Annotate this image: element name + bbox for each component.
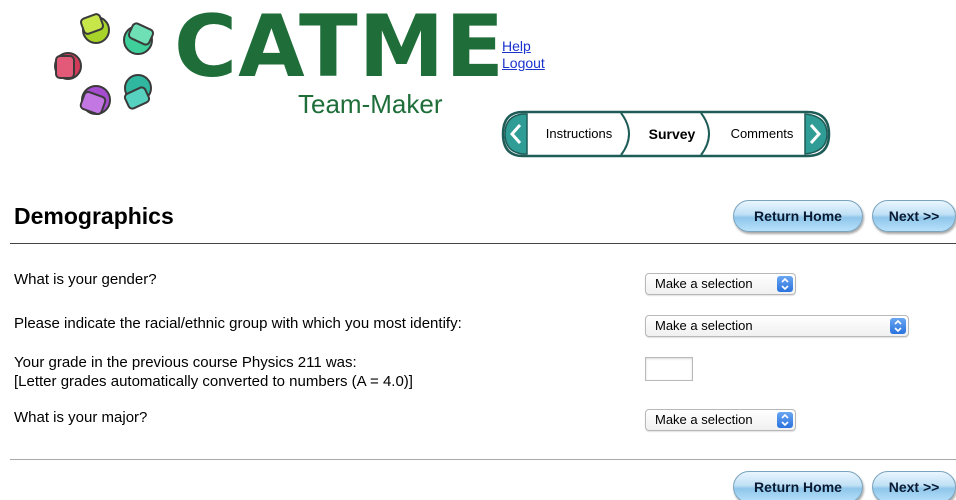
step-survey[interactable]: Survey [633, 110, 711, 158]
question-grade: Your grade in the previous course Physic… [14, 353, 413, 391]
ethnicity-select-value: Make a selection [655, 318, 753, 333]
catme-logo: CATME Team-Maker [52, 4, 504, 120]
step-instructions[interactable]: Instructions [529, 110, 629, 158]
step-prev-arrow-icon[interactable] [505, 116, 529, 152]
select-chevron-icon [777, 412, 793, 428]
next-button[interactable]: Next >> [872, 200, 956, 232]
question-grade-note: [Letter grades automatically converted t… [14, 373, 413, 390]
step-navigator: Instructions Survey Comments [501, 110, 831, 158]
logout-link[interactable]: Logout [502, 55, 545, 72]
major-select[interactable]: Make a selection [645, 409, 796, 431]
question-grade-text: Your grade in the previous course Physic… [14, 354, 357, 371]
help-link[interactable]: Help [502, 38, 545, 55]
select-chevron-icon [890, 318, 906, 334]
next-button-bottom[interactable]: Next >> [872, 471, 956, 500]
major-select-value: Make a selection [655, 412, 753, 427]
question-major: What is your major? [14, 409, 148, 426]
people-circle-logo-icon [54, 13, 155, 116]
brand-name: CATME [174, 0, 505, 97]
page-title: Demographics [14, 203, 174, 229]
return-home-button[interactable]: Return Home [733, 200, 863, 232]
gender-select-value: Make a selection [655, 276, 753, 291]
brand-subtitle: Team-Maker [298, 89, 443, 119]
question-ethnicity: Please indicate the racial/ethnic group … [14, 315, 462, 332]
question-gender: What is your gender? [14, 271, 157, 288]
return-home-button-bottom[interactable]: Return Home [733, 471, 863, 500]
select-chevron-icon [777, 276, 793, 292]
header-links: Help Logout [502, 38, 545, 72]
gender-select[interactable]: Make a selection [645, 273, 796, 295]
ethnicity-select[interactable]: Make a selection [645, 315, 909, 337]
footer-divider [10, 459, 956, 460]
grade-input[interactable] [645, 357, 693, 381]
title-divider [10, 243, 956, 244]
step-comments[interactable]: Comments [717, 110, 807, 158]
